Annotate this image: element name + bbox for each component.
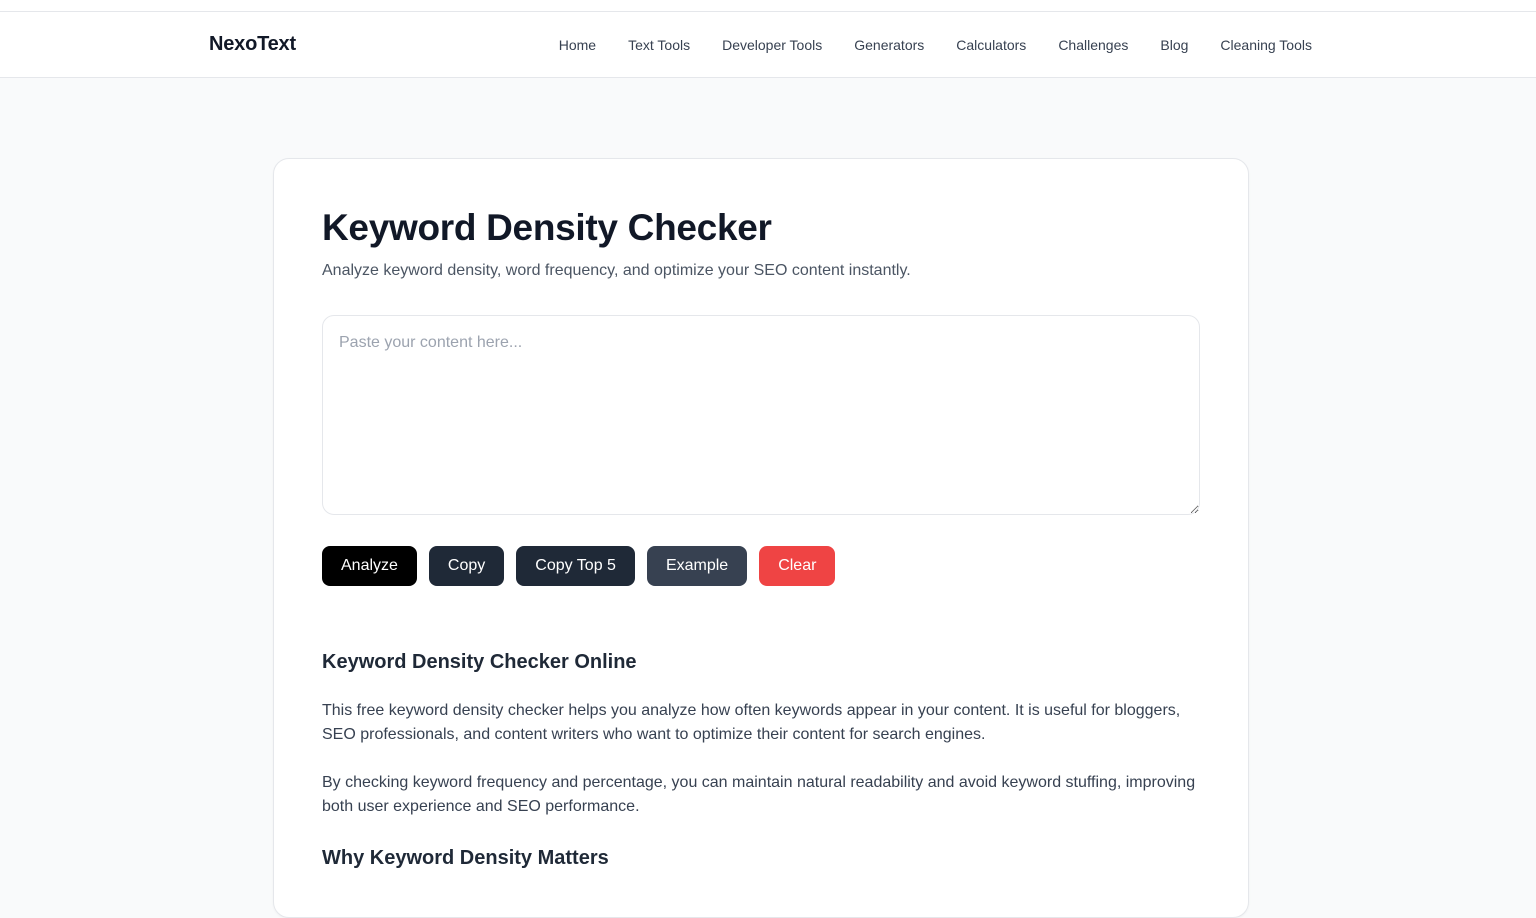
tool-card: Keyword Density Checker Analyze keyword … xyxy=(273,158,1249,918)
nav-calculators[interactable]: Calculators xyxy=(956,37,1026,53)
article-section: Keyword Density Checker Online This free… xyxy=(322,651,1202,870)
example-button[interactable]: Example xyxy=(646,546,748,586)
article-paragraph: By checking keyword frequency and percen… xyxy=(322,774,1196,815)
article-subheading: Why Keyword Density Matters xyxy=(322,847,609,869)
article-heading: Keyword Density Checker Online xyxy=(322,651,637,673)
copy-button[interactable]: Copy xyxy=(428,546,505,586)
brand-logo[interactable]: NexoText xyxy=(209,33,296,56)
nav-challenges[interactable]: Challenges xyxy=(1058,37,1128,53)
analyze-button[interactable]: Analyze xyxy=(322,546,417,586)
nav-text-tools[interactable]: Text Tools xyxy=(628,37,690,53)
article-paragraph: This free keyword density checker helps … xyxy=(322,702,1181,743)
page-title: Keyword Density Checker xyxy=(322,207,772,248)
nav-generators[interactable]: Generators xyxy=(854,37,924,53)
site-header: NexoText Home Text Tools Developer Tools… xyxy=(0,12,1536,78)
main-nav: Home Text Tools Developer Tools Generato… xyxy=(559,37,1312,53)
nav-home[interactable]: Home xyxy=(559,37,596,53)
action-buttons: Analyze Copy Copy Top 5 Example Clear xyxy=(322,546,836,586)
clear-button[interactable]: Clear xyxy=(759,546,836,586)
nav-cleaning-tools[interactable]: Cleaning Tools xyxy=(1220,37,1312,53)
browser-top-strip xyxy=(0,0,1536,12)
page-subtitle: Analyze keyword density, word frequency,… xyxy=(322,262,911,279)
content-input[interactable] xyxy=(322,315,1200,515)
copy-top5-button[interactable]: Copy Top 5 xyxy=(516,546,635,586)
nav-blog[interactable]: Blog xyxy=(1160,37,1188,53)
nav-developer-tools[interactable]: Developer Tools xyxy=(722,37,822,53)
